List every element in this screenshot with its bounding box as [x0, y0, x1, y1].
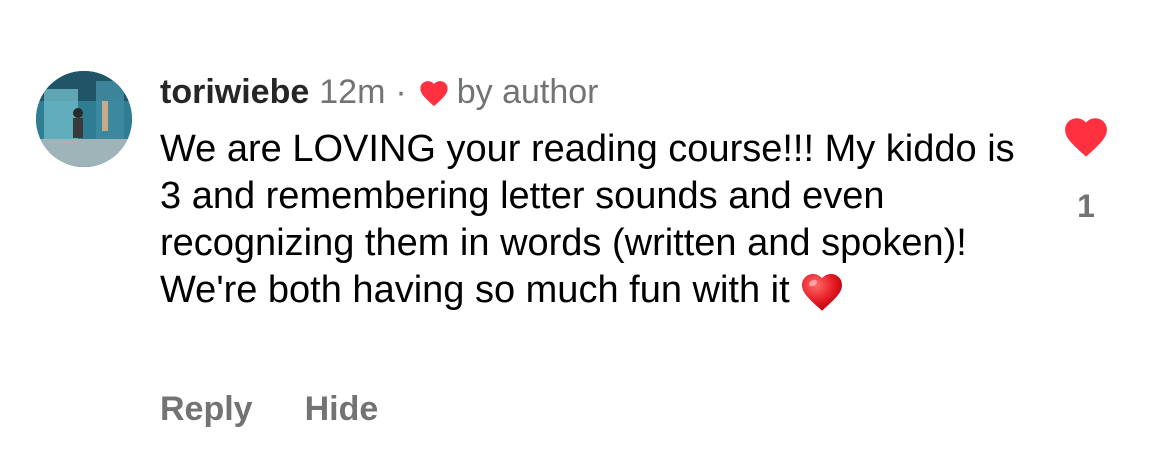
comment-text: We are LOVING your reading course!!! My …: [160, 128, 1015, 311]
comment-actions: Reply Hide: [160, 390, 378, 429]
heart-filled-icon[interactable]: [1060, 112, 1112, 158]
liked-by-author-label: by author: [456, 72, 599, 111]
heart-icon: [417, 77, 451, 107]
comment-time: 12m: [319, 72, 386, 111]
avatar[interactable]: [36, 71, 132, 167]
avatar-image: [36, 71, 132, 167]
hide-button[interactable]: Hide: [305, 390, 379, 429]
reply-button[interactable]: Reply: [160, 390, 253, 429]
comment-body: We are LOVING your reading course!!! My …: [160, 126, 1020, 314]
red-heart-emoji-icon: [798, 268, 846, 312]
like-count[interactable]: 1: [1077, 188, 1095, 225]
username[interactable]: toriwiebe: [160, 73, 309, 112]
like-column: 1: [1058, 112, 1114, 225]
comment-header: toriwiebe 12m · by author: [160, 70, 598, 114]
separator-dot: ·: [395, 72, 407, 111]
